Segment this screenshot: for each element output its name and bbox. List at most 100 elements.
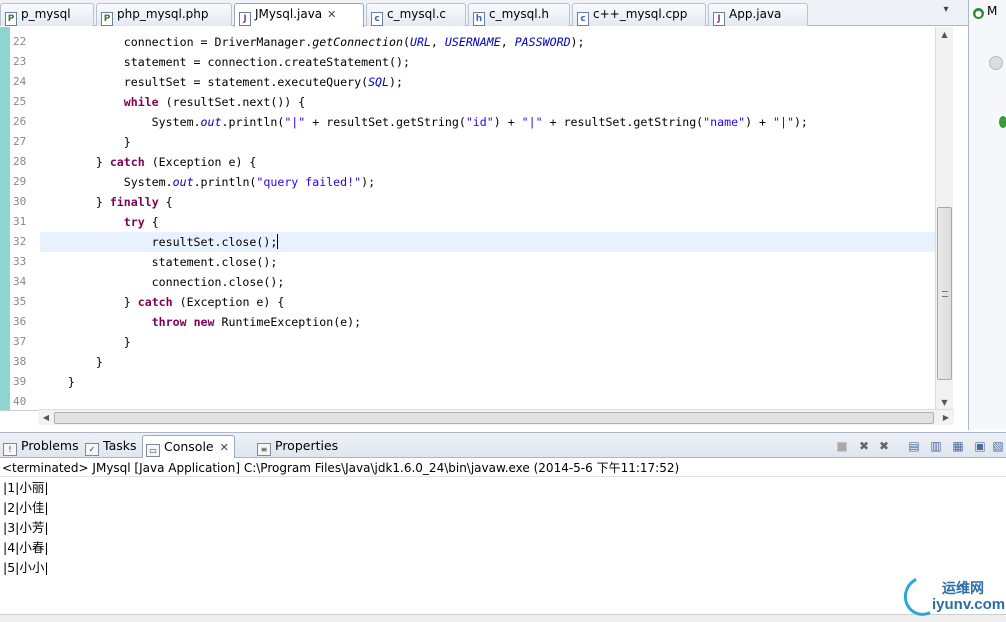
pane-toolbar-icon[interactable] [989, 56, 1003, 70]
tab-label: c++_mysql.cpp [593, 7, 688, 21]
line-number: 28 [13, 155, 27, 168]
editor-horizontal-scrollbar[interactable]: ◀ ▶ [38, 409, 954, 425]
tab-label: JMysql.java [255, 7, 323, 21]
close-icon[interactable]: ✕ [220, 441, 229, 454]
right-pane-title[interactable]: ● M [973, 4, 997, 19]
code-line[interactable]: statement.close(); [40, 252, 935, 272]
editor-gutter [0, 27, 10, 410]
code-line[interactable]: resultSet = statement.executeQuery(SQL); [40, 72, 935, 92]
line-number: 32 [13, 235, 27, 248]
line-number: 38 [13, 355, 27, 368]
tab-label: php_mysql.php [117, 7, 209, 21]
scroll-up-arrow-icon[interactable]: ▲ [936, 27, 953, 43]
code-line[interactable]: System.out.println("|" + resultSet.getSt… [40, 112, 935, 132]
code-line[interactable]: statement = connection.createStatement()… [40, 52, 935, 72]
tab-console[interactable]: ▭ Console ✕ [142, 435, 235, 458]
tab-php-mysql-php[interactable]: Pphp_mysql.php [96, 3, 232, 26]
properties-icon: ≡ [257, 443, 271, 456]
console-horizontal-scrollbar[interactable] [0, 614, 1006, 622]
php-file-icon: P [101, 12, 113, 26]
line-number: 29 [13, 175, 27, 188]
remove-launch-icon[interactable]: ✖ [856, 438, 872, 454]
console-status-line: <terminated> JMysql [Java Application] C… [0, 459, 1006, 477]
text-caret [277, 234, 279, 249]
current-code-line[interactable]: resultSet.close(); [40, 232, 935, 252]
tab-jmysql-java[interactable]: J JMysql.java ✕ [234, 3, 364, 27]
code-line[interactable]: throw new RuntimeException(e); [40, 312, 935, 332]
console-output-line: |3|小芳| [3, 520, 49, 535]
console-output-line: |1|小丽| [3, 480, 49, 495]
console-output[interactable]: |1|小丽| |2|小佳| |3|小芳| |4|小春| |5|小小| [3, 478, 993, 578]
pin-console-icon[interactable]: ▦ [950, 438, 966, 454]
scroll-left-arrow-icon[interactable]: ◀ [38, 410, 54, 426]
line-number: 24 [13, 75, 27, 88]
tab-label: p_mysql [21, 7, 71, 21]
code-area[interactable]: connection = DriverManager.getConnection… [40, 32, 935, 410]
line-number: 39 [13, 375, 27, 388]
code-line[interactable]: } [40, 352, 935, 372]
scrollbar-thumb[interactable] [937, 207, 952, 380]
line-number: 40 [13, 395, 27, 408]
php-file-icon: P [5, 12, 17, 26]
editor-tab-bar: Pp_mysql Pphp_mysql.php J JMysql.java ✕ cc… [0, 0, 968, 27]
java-file-icon: J [713, 12, 725, 26]
watermark-cn: 运维网 [942, 581, 984, 597]
code-line[interactable]: connection.close(); [40, 272, 935, 292]
code-editor[interactable]: 22 23 24 25 26 27 28 29 30 31 32 33 34 35 36 37 38 39 40 c… [0, 27, 954, 411]
line-number: 23 [13, 55, 27, 68]
code-line[interactable]: try { [40, 212, 935, 232]
tab-overflow-button[interactable]: ▾ [928, 4, 964, 22]
tab-problems[interactable]: ! Problems [0, 435, 84, 458]
cpp-file-icon: c [577, 12, 589, 26]
code-line[interactable]: } [40, 372, 935, 392]
code-line[interactable]: } [40, 132, 935, 152]
code-line[interactable]: System.out.println("query failed!"); [40, 172, 935, 192]
tab-p-mysql[interactable]: Pp_mysql [0, 3, 94, 26]
tab-c-mysql-c[interactable]: c c_mysql.c [366, 3, 466, 26]
c-file-icon: h [473, 12, 485, 26]
tab-app-java[interactable]: J App.java [708, 3, 808, 26]
tab-label: Problems [21, 438, 79, 453]
line-number: 22 [13, 35, 27, 48]
tab-properties[interactable]: ≡ Properties [254, 435, 343, 458]
code-line[interactable]: } [40, 332, 935, 352]
line-number: 25 [13, 95, 27, 108]
code-line[interactable]: } finally { [40, 192, 935, 212]
tab-cpp-mysql-cpp[interactable]: c c++_mysql.cpp [572, 3, 706, 26]
line-number: 34 [13, 275, 27, 288]
tab-c-mysql-h[interactable]: h c_mysql.h [468, 3, 570, 26]
code-line[interactable]: connection = DriverManager.getConnection… [40, 32, 935, 52]
remove-all-terminated-icon[interactable]: ✖ [876, 438, 892, 454]
outline-item-icon[interactable] [999, 116, 1006, 128]
line-number: 31 [13, 215, 27, 228]
code-line[interactable]: } catch (Exception e) { [40, 292, 935, 312]
scroll-right-arrow-icon[interactable]: ▶ [938, 410, 954, 426]
code-line[interactable]: while (resultSet.next()) { [40, 92, 935, 112]
line-number: 26 [13, 115, 27, 128]
c-file-icon: c [371, 12, 383, 26]
close-icon[interactable]: ✕ [327, 8, 336, 21]
watermark-en: iyunv.com [932, 596, 1006, 613]
display-selected-console-icon[interactable]: ▣ [972, 438, 988, 454]
clear-console-icon[interactable]: ▤ [906, 438, 922, 454]
bottom-view-tab-bar: ! Problems ✓ Tasks ▭ Console ✕ ≡ Properties ■… [0, 432, 1006, 458]
java-file-icon: J [239, 12, 251, 26]
code-line[interactable]: } catch (Exception e) { [40, 152, 935, 172]
line-number: 35 [13, 295, 27, 308]
open-console-icon[interactable]: ▧ [990, 438, 1006, 454]
tasks-icon: ✓ [85, 443, 99, 456]
tab-label: Console [164, 439, 214, 454]
outline-icon: ● [973, 8, 984, 19]
scroll-lock-icon[interactable]: ▥ [928, 438, 944, 454]
line-number-ruler: 22 23 24 25 26 27 28 29 30 31 32 33 34 35 36 37 38 39 40 [10, 32, 36, 410]
scrollbar-thumb[interactable] [54, 412, 934, 424]
grip-icon [942, 291, 948, 297]
tab-tasks[interactable]: ✓ Tasks [82, 435, 142, 458]
console-output-line: |5|小小| [3, 560, 49, 575]
terminate-icon[interactable]: ■ [834, 438, 850, 454]
line-number: 37 [13, 335, 27, 348]
editor-vertical-scrollbar[interactable]: ▲ ▼ [935, 27, 953, 410]
right-pane-label: M [987, 4, 998, 18]
tab-label: c_mysql.h [489, 7, 550, 21]
console-output-line: |2|小佳| [3, 500, 49, 515]
